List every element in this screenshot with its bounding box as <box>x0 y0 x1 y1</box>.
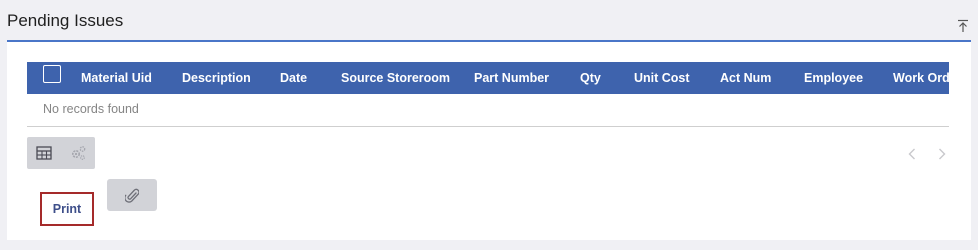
column-header-source-storeroom[interactable]: Source Storeroom <box>341 62 450 94</box>
grid-header-row: Material Uid Description Date Source Sto… <box>27 62 949 94</box>
pager <box>905 146 949 162</box>
grid-settings-button[interactable] <box>61 137 95 169</box>
column-header-work-order[interactable]: Work Orde <box>893 62 949 94</box>
column-header-unit-cost[interactable]: Unit Cost <box>634 62 690 94</box>
chevron-right-icon <box>938 148 946 160</box>
pending-issues-panel: Pending Issues Material Uid Description … <box>0 0 978 250</box>
panel-header: Pending Issues <box>7 0 971 42</box>
print-button[interactable]: Print <box>40 192 94 226</box>
column-header-date[interactable]: Date <box>280 62 307 94</box>
grid-view-button[interactable] <box>27 137 61 169</box>
select-all-checkbox[interactable] <box>43 65 61 83</box>
column-header-act-num[interactable]: Act Num <box>720 62 771 94</box>
collapse-top-icon[interactable] <box>957 19 969 33</box>
column-header-material-uid[interactable]: Material Uid <box>81 62 152 94</box>
column-header-qty[interactable]: Qty <box>580 62 601 94</box>
issues-grid: Material Uid Description Date Source Sto… <box>27 62 949 127</box>
paperclip-icon <box>125 186 139 204</box>
grid-view-icon <box>36 146 52 160</box>
column-header-part-number[interactable]: Part Number <box>474 62 549 94</box>
no-records-message: No records found <box>43 102 139 116</box>
settings-gears-icon <box>69 145 87 161</box>
attach-button[interactable] <box>107 179 157 211</box>
next-page-button[interactable] <box>935 146 949 162</box>
grid-toolbar <box>27 137 95 169</box>
grid-empty-row: No records found <box>27 94 949 127</box>
column-header-employee[interactable]: Employee <box>804 62 863 94</box>
chevron-left-icon <box>908 148 916 160</box>
panel-content: Material Uid Description Date Source Sto… <box>7 42 971 240</box>
panel-title: Pending Issues <box>7 11 124 30</box>
previous-page-button[interactable] <box>905 146 919 162</box>
column-header-description[interactable]: Description <box>182 62 251 94</box>
